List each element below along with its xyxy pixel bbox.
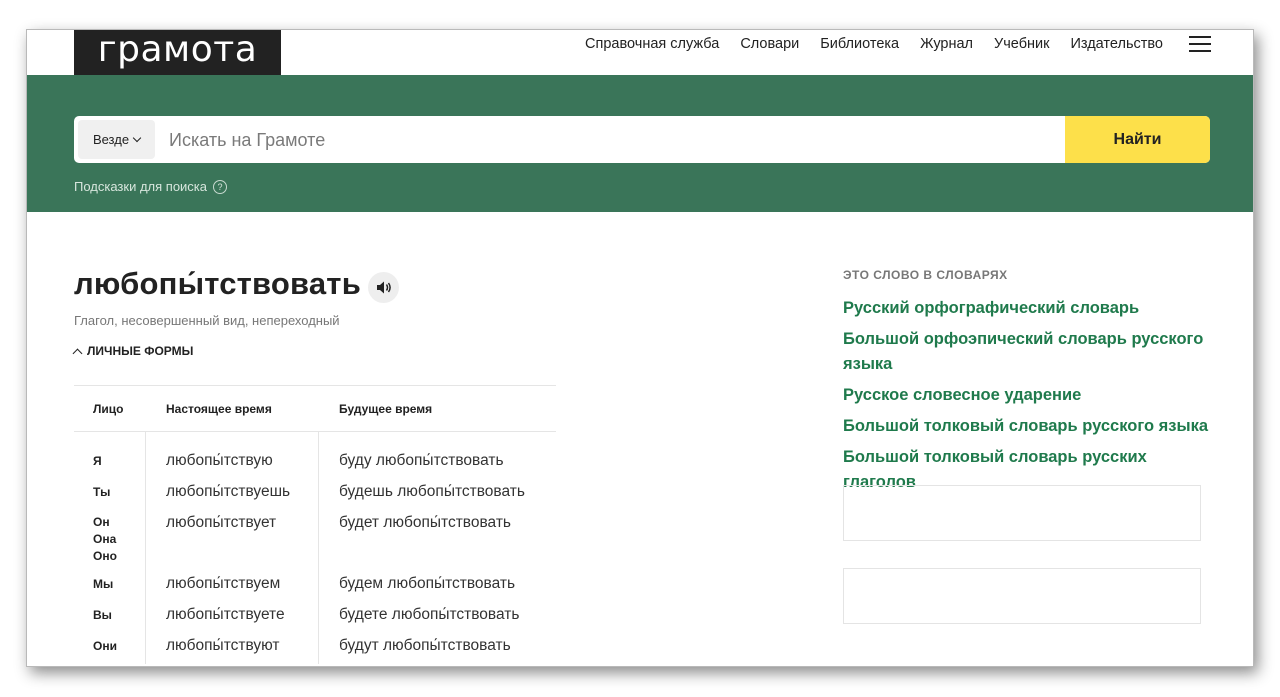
future-cell: буду любопы́тствовать [339,452,504,469]
part-of-speech: Глагол, несовершенный вид, непереходный [74,313,340,328]
search-hints-link[interactable]: Подсказки для поиска ? [74,179,228,194]
dictionary-link-explanatory[interactable]: Большой толковый словарь русского языка [843,414,1213,439]
search-scope-dropdown[interactable]: Везде [78,120,155,159]
column-divider [318,432,319,664]
future-cell: будут любопы́тствовать [339,637,511,654]
personal-forms-label: ЛИЧНЫЕ ФОРМЫ [87,344,194,358]
search-input[interactable] [167,124,1051,157]
column-divider [145,432,146,664]
person-cell: Он Она Оно [93,515,117,563]
present-cell: любопы́тствуют [166,637,280,654]
present-cell: любопы́тствую [166,452,273,469]
placeholder-box [843,568,1201,624]
header-present: Настоящее время [166,402,272,416]
chevron-down-icon [132,133,142,142]
person-cell: Вы [93,608,112,622]
nav-dictionaries[interactable]: Словари [740,36,799,52]
nav-reference-service[interactable]: Справочная служба [585,36,719,52]
nav-publishing[interactable]: Издательство [1070,36,1163,52]
nav-textbook[interactable]: Учебник [994,36,1049,52]
person-cell: Ты [93,485,111,499]
present-cell: любопы́тствуешь [166,483,291,500]
header-person: Лицо [93,402,124,416]
dictionaries-heading: ЭТО СЛОВО В СЛОВАРЯХ [843,268,1008,282]
entry-word: любопы́тствовать [74,266,361,301]
present-cell: любопы́тствуем [166,575,281,592]
dictionary-link-stress[interactable]: Русское словесное ударение [843,383,1213,408]
top-bar: грамота Справочная служба Словари Библио… [27,30,1253,75]
table-body: Я любопы́тствую буду любопы́тствовать Ты… [74,432,556,664]
future-cell: будем любопы́тствовать [339,575,516,592]
present-cell: любопы́тствует [166,514,277,531]
menu-icon[interactable] [1189,36,1211,53]
person-cell: Они [93,639,117,653]
browser-window: грамота Справочная служба Словари Библио… [26,29,1254,667]
dictionary-links: Русский орфографический словарь Большой … [843,296,1213,501]
future-cell: будет любопы́тствовать [339,514,511,531]
future-cell: будешь любопы́тствовать [339,483,525,500]
main-nav: Справочная служба Словари Библиотека Жур… [564,36,1163,52]
future-cell: будете любопы́тствовать [339,606,520,623]
site-logo[interactable]: грамота [74,30,281,75]
search-scope-label: Везде [92,132,130,147]
chevron-up-icon [72,348,83,358]
nav-library[interactable]: Библиотека [820,36,899,52]
search-bar: Везде Найти [74,116,1210,163]
dictionary-link-spelling[interactable]: Русский орфографический словарь [843,296,1213,321]
search-banner: Везде Найти Подсказки для поиска ? [27,75,1253,212]
person-cell: Мы [93,577,114,591]
conjugation-table: Лицо Настоящее время Будущее время Я люб… [74,385,556,664]
search-hints-label: Подсказки для поиска [74,179,208,194]
nav-journal[interactable]: Журнал [920,36,973,52]
present-cell: любопы́тствуете [166,606,285,623]
speaker-icon [377,281,391,294]
header-future: Будущее время [339,402,433,416]
person-cell: Я [93,454,102,468]
placeholder-box [843,485,1201,541]
pronunciation-button[interactable] [368,272,399,303]
personal-forms-toggle[interactable]: ЛИЧНЫЕ ФОРМЫ [72,344,194,358]
search-button[interactable]: Найти [1065,116,1210,163]
question-icon: ? [213,179,228,194]
dictionary-link-orthoepic[interactable]: Большой орфоэпический словарь русского я… [843,327,1213,377]
table-header: Лицо Настоящее время Будущее время [74,385,556,432]
